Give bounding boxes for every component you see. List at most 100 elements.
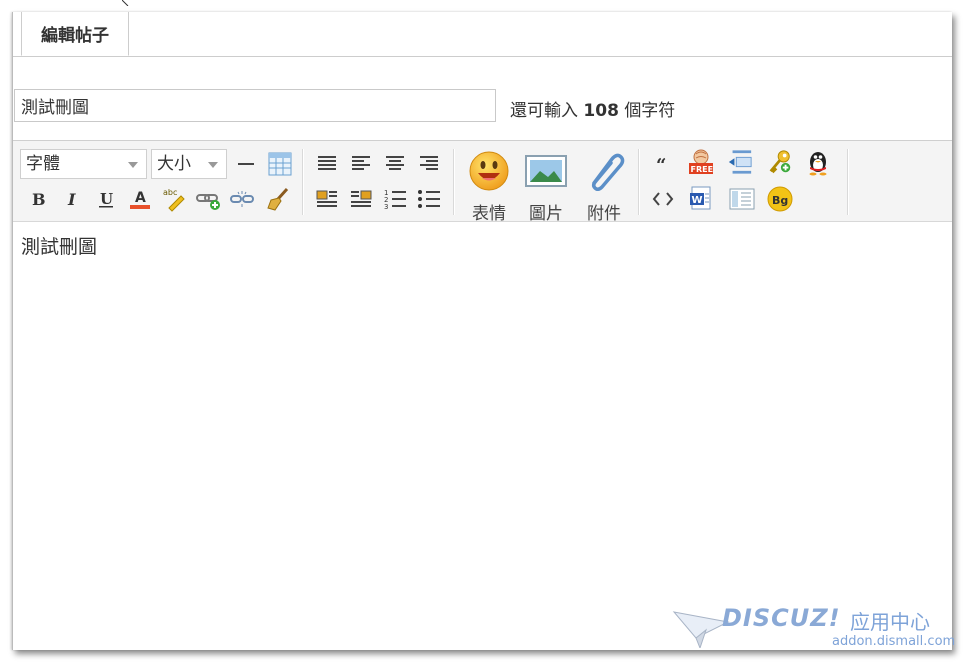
underline-button[interactable]: U <box>93 186 119 212</box>
svg-text:I: I <box>67 190 76 209</box>
subject-input[interactable] <box>14 89 496 122</box>
char-counter: 還可輸入 108 個字符 <box>510 96 675 121</box>
table-icon <box>268 152 292 176</box>
toolbar-separator <box>453 149 455 215</box>
clear-format-button[interactable] <box>265 186 291 212</box>
float-left-icon <box>316 190 337 207</box>
svg-text:U: U <box>100 190 113 208</box>
highlight-button[interactable]: abc <box>161 186 187 212</box>
float-right-icon <box>351 190 372 207</box>
align-right-button[interactable] <box>416 151 442 177</box>
quote-button[interactable]: “ <box>650 151 676 177</box>
float-right-button[interactable] <box>348 186 374 212</box>
toolbar-separator <box>847 149 849 215</box>
free-icon: FREE <box>689 149 714 174</box>
align-justify-icon <box>318 156 336 170</box>
ordered-list-icon: 123 <box>384 189 406 211</box>
emoji-label: 表情 <box>472 204 506 224</box>
unordered-list-button[interactable] <box>416 186 442 212</box>
penguin-icon <box>809 152 827 176</box>
svg-text:3: 3 <box>384 203 388 211</box>
hide-content-icon <box>728 150 752 174</box>
highlighter-icon: abc <box>163 188 185 212</box>
font-size-select[interactable]: 大小 <box>151 149 227 179</box>
editor-toolbar: 字體 大小 B I U A abc 1 2 3 表情 圖片 附件 “ FREE … <box>13 140 952 224</box>
bold-button[interactable]: B <box>25 186 51 212</box>
font-color-button[interactable]: A <box>127 186 153 212</box>
svg-text:abc: abc <box>163 188 177 197</box>
align-center-icon <box>386 156 404 170</box>
horizontal-rule-icon <box>238 163 254 165</box>
mouse-cursor-icon <box>122 0 129 6</box>
bold-icon: B <box>32 190 46 209</box>
unordered-list-icon <box>418 190 440 208</box>
ordered-list-button[interactable]: 123 <box>382 186 408 212</box>
align-right-icon <box>420 156 438 170</box>
svg-text:A: A <box>135 190 146 206</box>
paperclip-icon <box>591 153 625 192</box>
editor-content-area[interactable]: 測試刪圖 <box>13 222 952 650</box>
qq-button[interactable] <box>805 149 831 176</box>
image-label: 圖片 <box>529 204 563 224</box>
background-color-icon: Bg <box>767 186 793 212</box>
key-icon <box>769 150 791 174</box>
watermark: DISCUZ! 应用中心 addon.dismall.com <box>662 596 955 650</box>
underline-icon: U <box>99 190 113 208</box>
broom-icon <box>267 187 289 211</box>
toolbar-separator <box>638 149 640 215</box>
watermark-logo: DISCUZ! <box>722 604 841 632</box>
float-left-button[interactable] <box>314 186 340 212</box>
free-text: FREE <box>691 165 714 174</box>
smiley-icon <box>469 151 509 191</box>
background-button[interactable]: Bg <box>767 186 793 212</box>
attachment-label: 附件 <box>587 204 621 224</box>
counter-suffix: 個字符 <box>624 101 676 121</box>
table-button[interactable] <box>267 151 293 177</box>
horizontal-rule-button[interactable] <box>233 151 259 177</box>
chevron-down-icon <box>128 162 138 168</box>
counter-count: 108 <box>583 101 619 121</box>
insert-link-button[interactable] <box>195 186 221 212</box>
unlink-button[interactable] <box>229 186 255 212</box>
quote-icon: “ <box>656 155 666 174</box>
font-color-icon: A <box>130 190 150 209</box>
columns-button[interactable] <box>729 186 755 212</box>
editor-text: 測試刪圖 <box>21 236 98 258</box>
code-button[interactable] <box>650 186 676 212</box>
editor-window: 編輯帖子 還可輸入 108 個字符 字體 大小 <box>12 12 952 650</box>
font-family-value: 字體 <box>26 154 60 174</box>
image-icon <box>525 155 567 187</box>
subject-row: 還可輸入 108 個字符 <box>13 89 952 124</box>
align-left-button[interactable] <box>348 151 374 177</box>
password-button[interactable] <box>767 149 793 175</box>
italic-button[interactable]: I <box>59 186 85 212</box>
bg-text: Bg <box>772 194 788 207</box>
align-center-button[interactable] <box>382 151 408 177</box>
align-left-icon <box>352 156 370 170</box>
svg-text:“: “ <box>656 155 666 174</box>
font-family-select[interactable]: 字體 <box>20 149 147 179</box>
tab-bar: 編輯帖子 <box>13 12 952 57</box>
paste-word-button[interactable]: W <box>688 186 714 212</box>
hide-content-button[interactable] <box>727 149 753 175</box>
svg-text:B: B <box>32 190 46 209</box>
svg-text:W: W <box>692 195 703 206</box>
word-document-icon: W <box>690 186 711 210</box>
align-justify-button[interactable] <box>314 151 340 177</box>
link-icon <box>196 194 220 210</box>
font-size-value: 大小 <box>157 154 191 174</box>
attachment-button[interactable]: 附件 <box>576 147 632 224</box>
image-button[interactable]: 圖片 <box>518 147 574 224</box>
code-icon <box>652 192 674 206</box>
chevron-down-icon <box>208 162 218 168</box>
watermark-title: 应用中心 <box>850 610 930 634</box>
watermark-url: addon.dismall.com <box>832 634 956 649</box>
columns-icon <box>729 188 755 210</box>
unlink-icon <box>230 191 254 207</box>
counter-prefix: 還可輸入 <box>510 101 578 121</box>
free-content-button[interactable]: FREE <box>688 149 714 175</box>
toolbar-separator <box>302 149 304 215</box>
emoji-button[interactable]: 表情 <box>461 147 517 224</box>
tab-edit-post[interactable]: 編輯帖子 <box>21 12 129 56</box>
italic-icon: I <box>67 190 76 209</box>
